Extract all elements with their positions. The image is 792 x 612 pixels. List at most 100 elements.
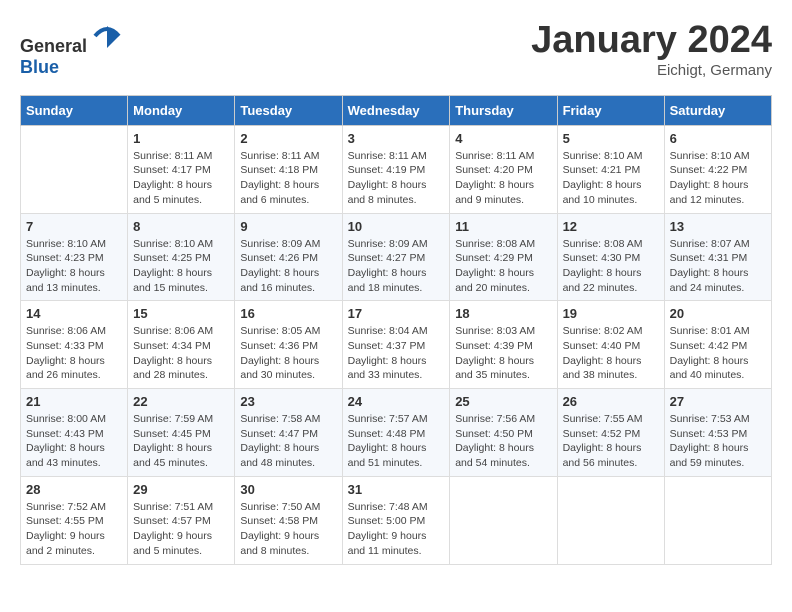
logo-blue: Blue	[20, 57, 59, 77]
day-info: Sunrise: 8:06 AMSunset: 4:33 PMDaylight:…	[26, 324, 122, 383]
day-number: 28	[26, 482, 122, 497]
day-info: Sunrise: 7:56 AMSunset: 4:50 PMDaylight:…	[455, 412, 551, 471]
table-row: 17 Sunrise: 8:04 AMSunset: 4:37 PMDayligh…	[342, 301, 450, 389]
day-number: 2	[240, 131, 336, 146]
day-number: 29	[133, 482, 229, 497]
table-row: 22Sunrise: 7:59 AMSunset: 4:45 PMDayligh…	[128, 389, 235, 477]
day-number: 6	[670, 131, 766, 146]
day-number: 4	[455, 131, 551, 146]
day-number: 21	[26, 394, 122, 409]
table-row: 24Sunrise: 7:57 AMSunset: 4:48 PMDayligh…	[342, 389, 450, 477]
table-row: 19Sunrise: 8:02 AMSunset: 4:40 PMDayligh…	[557, 301, 664, 389]
day-info: Sunrise: 7:59 AMSunset: 4:45 PMDaylight:…	[133, 412, 229, 471]
day-info: Sunrise: 8:07 AMSunset: 4:31 PMDaylight:…	[670, 237, 766, 296]
day-info: Sunrise: 7:55 AMSunset: 4:52 PMDaylight:…	[563, 412, 659, 471]
day-number: 10	[348, 219, 445, 234]
table-row: 8 Sunrise: 8:10 AMSunset: 4:25 PMDaylight…	[128, 213, 235, 301]
day-info: Sunrise: 8:10 AMSunset: 4:25 PMDaylight:…	[133, 237, 229, 296]
day-number: 14	[26, 306, 122, 321]
table-row	[21, 125, 128, 213]
day-number: 12	[563, 219, 659, 234]
col-friday: Friday	[557, 95, 664, 125]
day-number: 17	[348, 306, 445, 321]
day-info: Sunrise: 7:52 AMSunset: 4:55 PMDaylight:…	[26, 500, 122, 559]
day-number: 9	[240, 219, 336, 234]
calendar-title-area: January 2024 Eichigt, Germany	[531, 20, 772, 79]
day-info: Sunrise: 7:58 AMSunset: 4:47 PMDaylight:…	[240, 412, 336, 471]
table-row: 26 Sunrise: 7:55 AMSunset: 4:52 PMDayligh…	[557, 389, 664, 477]
day-info: Sunrise: 8:10 AMSunset: 4:21 PMDaylight:…	[563, 149, 659, 208]
col-thursday: Thursday	[450, 95, 557, 125]
day-info: Sunrise: 8:11 AMSunset: 4:18 PMDaylight:…	[240, 149, 336, 208]
day-info: Sunrise: 8:09 AMSunset: 4:27 PMDaylight:…	[348, 237, 445, 296]
day-info: Sunrise: 8:10 AMSunset: 4:22 PMDaylight:…	[670, 149, 766, 208]
day-info: Sunrise: 8:11 AMSunset: 4:20 PMDaylight:…	[455, 149, 551, 208]
col-saturday: Saturday	[664, 95, 771, 125]
day-info: Sunrise: 7:53 AMSunset: 4:53 PMDaylight:…	[670, 412, 766, 471]
day-number: 13	[670, 219, 766, 234]
day-number: 18	[455, 306, 551, 321]
table-row: 21 Sunrise: 8:00 AMSunset: 4:43 PMDayligh…	[21, 389, 128, 477]
table-row: 25 Sunrise: 7:56 AMSunset: 4:50 PMDayligh…	[450, 389, 557, 477]
table-row: 2 Sunrise: 8:11 AMSunset: 4:18 PMDaylight…	[235, 125, 342, 213]
col-tuesday: Tuesday	[235, 95, 342, 125]
day-info: Sunrise: 8:00 AMSunset: 4:43 PMDaylight:…	[26, 412, 122, 471]
table-row: 13 Sunrise: 8:07 AMSunset: 4:31 PMDayligh…	[664, 213, 771, 301]
day-number: 3	[348, 131, 445, 146]
calendar-header-row: Sunday Monday Tuesday Wednesday Thursday…	[21, 95, 772, 125]
day-info: Sunrise: 7:51 AMSunset: 4:57 PMDaylight:…	[133, 500, 229, 559]
day-info: Sunrise: 7:57 AMSunset: 4:48 PMDaylight:…	[348, 412, 445, 471]
day-number: 23	[240, 394, 336, 409]
day-info: Sunrise: 7:50 AMSunset: 4:58 PMDaylight:…	[240, 500, 336, 559]
col-monday: Monday	[128, 95, 235, 125]
table-row: 23 Sunrise: 7:58 AMSunset: 4:47 PMDayligh…	[235, 389, 342, 477]
table-row: 20 Sunrise: 8:01 AMSunset: 4:42 PMDayligh…	[664, 301, 771, 389]
calendar-week-row: 21 Sunrise: 8:00 AMSunset: 4:43 PMDayligh…	[21, 389, 772, 477]
table-row	[557, 476, 664, 564]
day-number: 5	[563, 131, 659, 146]
location-subtitle: Eichigt, Germany	[531, 62, 772, 79]
day-number: 11	[455, 219, 551, 234]
table-row: 15 Sunrise: 8:06 AMSunset: 4:34 PMDayligh…	[128, 301, 235, 389]
logo: General Blue	[20, 20, 123, 78]
day-number: 27	[670, 394, 766, 409]
day-info: Sunrise: 8:09 AMSunset: 4:26 PMDaylight:…	[240, 237, 336, 296]
day-number: 16	[240, 306, 336, 321]
table-row: 27 Sunrise: 7:53 AMSunset: 4:53 PMDayligh…	[664, 389, 771, 477]
day-number: 8	[133, 219, 229, 234]
day-info: Sunrise: 8:05 AMSunset: 4:36 PMDaylight:…	[240, 324, 336, 383]
table-row: 29 Sunrise: 7:51 AMSunset: 4:57 PMDayligh…	[128, 476, 235, 564]
calendar-week-row: 28 Sunrise: 7:52 AMSunset: 4:55 PMDayligh…	[21, 476, 772, 564]
table-row	[664, 476, 771, 564]
day-number: 26	[563, 394, 659, 409]
day-info: Sunrise: 8:01 AMSunset: 4:42 PMDaylight:…	[670, 324, 766, 383]
day-number: 7	[26, 219, 122, 234]
day-number: 15	[133, 306, 229, 321]
calendar-week-row: 1Sunrise: 8:11 AMSunset: 4:17 PMDaylight…	[21, 125, 772, 213]
table-row: 6 Sunrise: 8:10 AMSunset: 4:22 PMDaylight…	[664, 125, 771, 213]
day-number: 31	[348, 482, 445, 497]
day-info: Sunrise: 8:04 AMSunset: 4:37 PMDaylight:…	[348, 324, 445, 383]
table-row: 3 Sunrise: 8:11 AMSunset: 4:19 PMDaylight…	[342, 125, 450, 213]
table-row: 9 Sunrise: 8:09 AMSunset: 4:26 PMDaylight…	[235, 213, 342, 301]
table-row: 31 Sunrise: 7:48 AMSunset: 5:00 PMDayligh…	[342, 476, 450, 564]
table-row: 28 Sunrise: 7:52 AMSunset: 4:55 PMDayligh…	[21, 476, 128, 564]
day-number: 25	[455, 394, 551, 409]
logo-wordmark: General Blue	[20, 20, 123, 78]
day-info: Sunrise: 8:02 AMSunset: 4:40 PMDaylight:…	[563, 324, 659, 383]
day-info: Sunrise: 8:11 AMSunset: 4:19 PMDaylight:…	[348, 149, 445, 208]
table-row: 30Sunrise: 7:50 AMSunset: 4:58 PMDayligh…	[235, 476, 342, 564]
page-header: General Blue January 2024 Eichigt, Germa…	[20, 20, 772, 79]
month-title: January 2024	[531, 20, 772, 62]
table-row: 7Sunrise: 8:10 AMSunset: 4:23 PMDaylight…	[21, 213, 128, 301]
col-wednesday: Wednesday	[342, 95, 450, 125]
calendar-week-row: 14 Sunrise: 8:06 AMSunset: 4:33 PMDayligh…	[21, 301, 772, 389]
col-sunday: Sunday	[21, 95, 128, 125]
day-info: Sunrise: 7:48 AMSunset: 5:00 PMDaylight:…	[348, 500, 445, 559]
day-info: Sunrise: 8:06 AMSunset: 4:34 PMDaylight:…	[133, 324, 229, 383]
day-info: Sunrise: 8:03 AMSunset: 4:39 PMDaylight:…	[455, 324, 551, 383]
day-number: 20	[670, 306, 766, 321]
logo-icon	[91, 20, 123, 52]
table-row: 12Sunrise: 8:08 AMSunset: 4:30 PMDayligh…	[557, 213, 664, 301]
calendar-week-row: 7Sunrise: 8:10 AMSunset: 4:23 PMDaylight…	[21, 213, 772, 301]
